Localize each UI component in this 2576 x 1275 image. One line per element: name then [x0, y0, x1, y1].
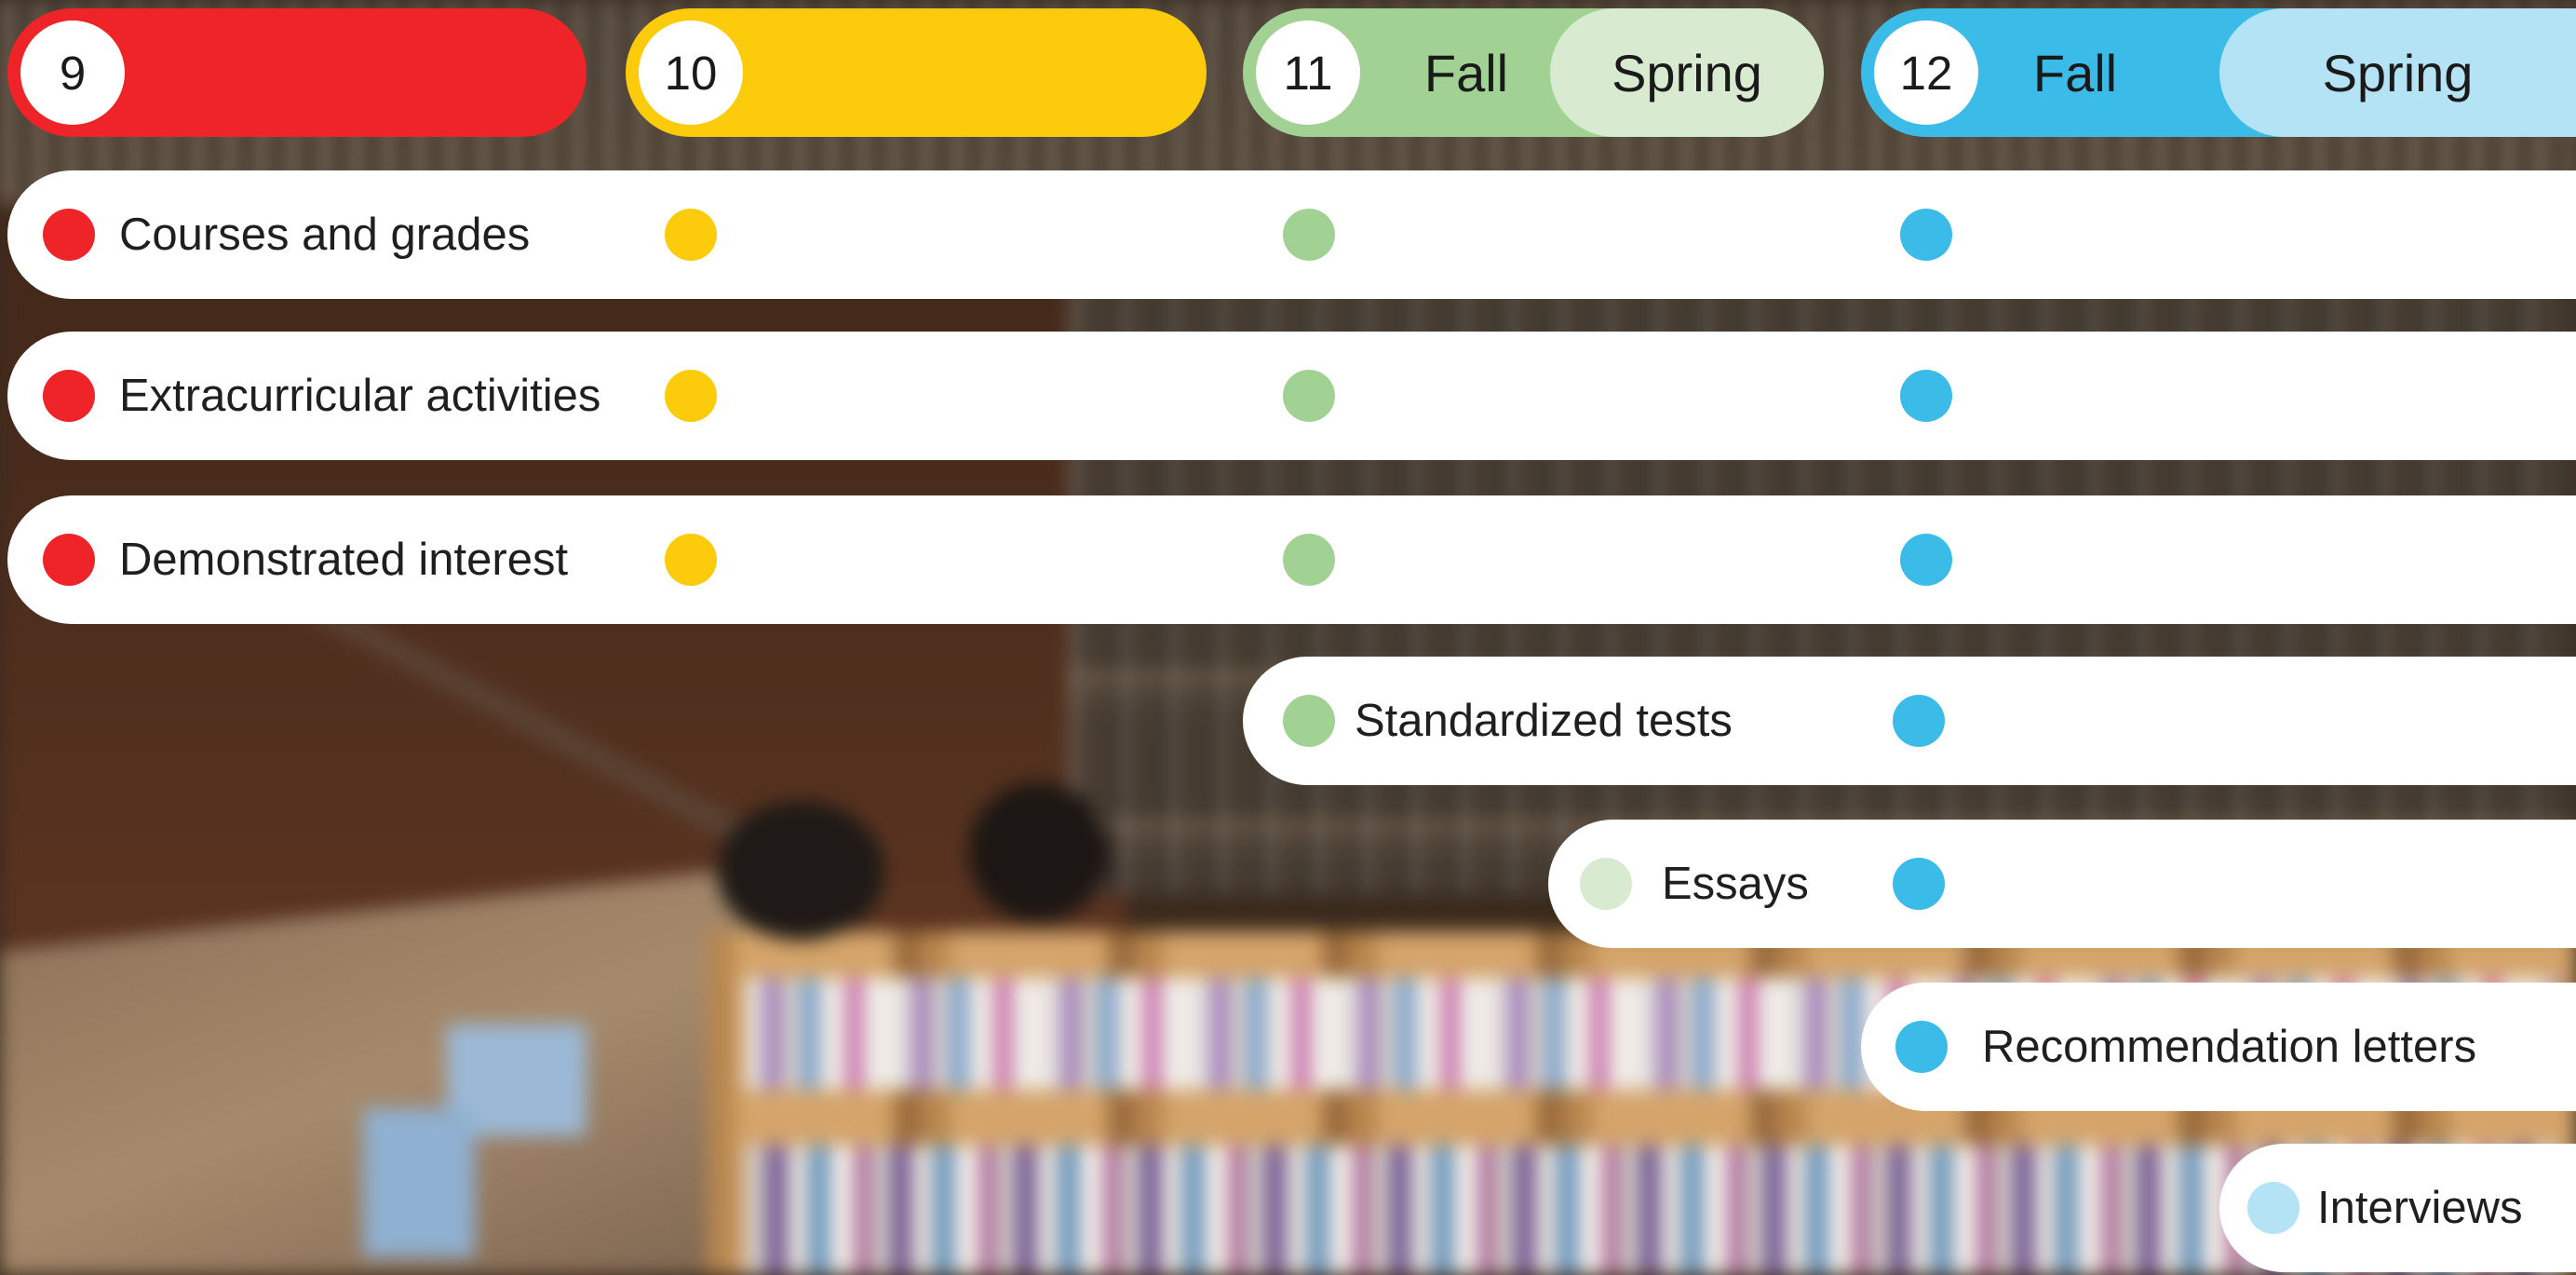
grade-9-dot — [43, 370, 95, 422]
grade-9-header: 9 — [7, 8, 587, 137]
factor-label: Interviews — [2317, 1183, 2523, 1233]
factor-row-interviews: Interviews — [2219, 1144, 2576, 1272]
factor-row-courses-and-grades: Courses and grades — [7, 170, 2576, 299]
grade-11-dot — [1283, 370, 1335, 422]
grade-12-dot — [1893, 858, 1945, 910]
grade-11-header: Spring 11 Fall — [1243, 8, 1824, 137]
grade-12-dot — [1900, 209, 1952, 261]
grade-10-header: 10 — [626, 8, 1207, 137]
background-person — [968, 782, 1108, 922]
background-person — [717, 801, 884, 941]
grade-12-spring-dot — [2247, 1182, 2300, 1234]
grade-11-fall-label: Fall — [1423, 43, 1509, 102]
factor-label: Extracurricular activities — [119, 371, 601, 421]
grade-10-dot — [665, 370, 717, 422]
grade-12-dot — [1900, 370, 1952, 422]
grade-10-dot — [665, 209, 717, 261]
factor-row-recommendation-letters: Recommendation letters — [1861, 983, 2576, 1111]
grade-12-spring-segment: Spring — [2219, 8, 2576, 137]
factor-label: Demonstrated interest — [119, 535, 569, 585]
factor-row-extracurricular-activities: Extracurricular activities — [7, 332, 2576, 460]
grade-9-dot — [43, 534, 95, 586]
grade-11-fall-segment: Fall — [1382, 8, 1550, 137]
grade-11-dot — [1283, 534, 1335, 586]
grade-11-spring-dot — [1580, 858, 1632, 910]
background-sign — [363, 1108, 475, 1257]
grade-12-dot — [1895, 1021, 1948, 1073]
grade-9-number: 9 — [20, 20, 125, 125]
grade-9-dot — [43, 209, 95, 261]
grade-12-number: 12 — [1874, 20, 1978, 125]
factor-label: Courses and grades — [119, 210, 531, 260]
factor-label: Standardized tests — [1355, 696, 1733, 746]
grade-12-fall-segment: Fall — [2001, 8, 2150, 137]
grade-10-dot — [665, 534, 717, 586]
grade-12-dot — [1900, 534, 1952, 586]
factor-label: Recommendation letters — [1982, 1022, 2477, 1072]
factor-row-standardized-tests: Standardized tests — [1243, 657, 2576, 785]
grade-12-header: Spring 12 Fall — [1861, 8, 2576, 137]
grade-10-number: 10 — [639, 20, 743, 125]
factor-row-demonstrated-interest: Demonstrated interest — [7, 495, 2576, 624]
factor-label: Essays — [1662, 859, 1809, 909]
grade-11-dot — [1283, 209, 1335, 261]
grade-11-dot — [1283, 695, 1335, 747]
grade-12-spring-label: Spring — [2322, 43, 2474, 102]
grade-12-fall-label: Fall — [2032, 43, 2118, 102]
grade-12-dot — [1893, 695, 1945, 747]
grade-11-spring-segment: Spring — [1550, 8, 1824, 137]
grade-11-number: 11 — [1256, 20, 1360, 125]
grade-11-spring-label: Spring — [1612, 43, 1762, 102]
factor-row-essays: Essays — [1548, 820, 2576, 948]
